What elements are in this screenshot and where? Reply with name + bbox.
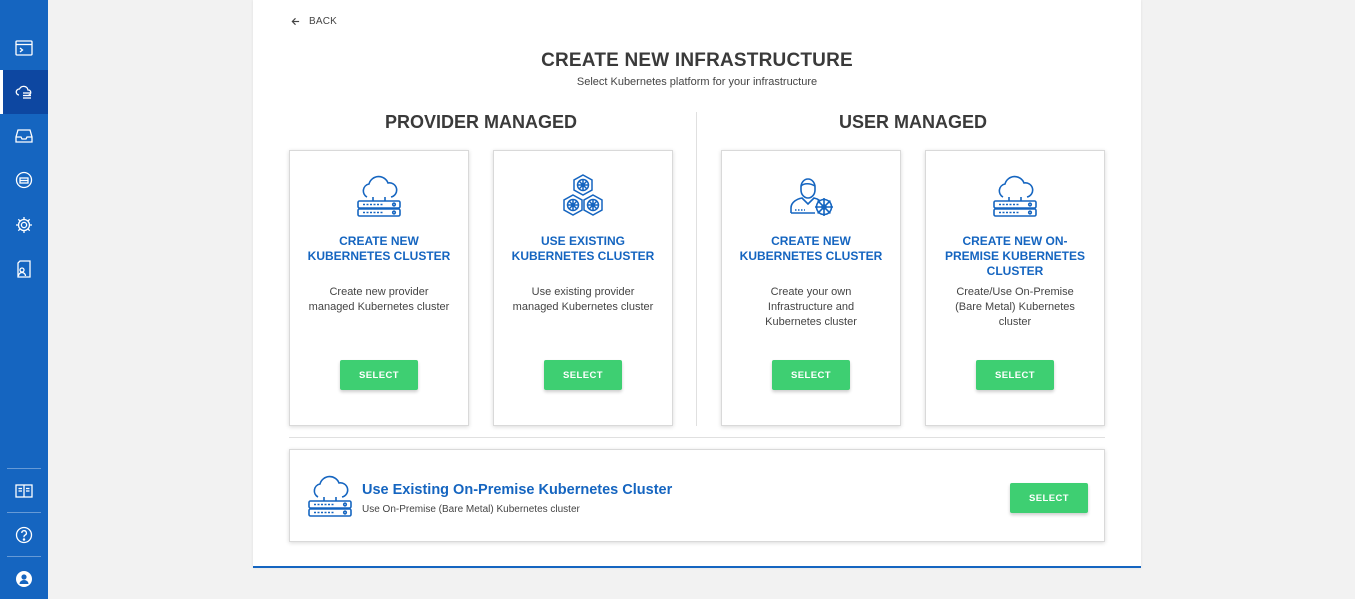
kubernetes-cluster-icon	[563, 174, 603, 216]
card-use-existing-onprem-cluster: Use Existing On-Premise Kubernetes Clust…	[289, 449, 1105, 542]
cloud-server-icon	[993, 175, 1037, 217]
card-title: USE EXISTING KUBERNETES CLUSTER	[511, 234, 655, 263]
card-title: CREATE NEW KUBERNETES CLUSTER	[739, 234, 883, 263]
hub-icon	[15, 171, 33, 189]
cloud-list-icon	[15, 85, 32, 99]
sidebar-item-help[interactable]	[0, 513, 48, 557]
card-create-onprem-cluster: CREATE NEW ON- PREMISE KUBERNETES CLUSTE…	[925, 150, 1105, 426]
card-description: Use existing provider managed Kubernetes…	[512, 286, 654, 313]
cloud-server-icon	[308, 475, 352, 517]
select-button[interactable]: SELECT	[1010, 483, 1088, 513]
card-use-existing-provider-cluster: USE EXISTING KUBERNETES CLUSTER Use exis…	[493, 150, 673, 426]
select-button[interactable]: SELECT	[772, 360, 850, 390]
content-divider	[289, 437, 1105, 438]
sidebar-item-infrastructure[interactable]	[0, 70, 48, 114]
card-description: Use On-Premise (Bare Metal) Kubernetes c…	[362, 504, 580, 515]
user-icon	[16, 571, 32, 587]
card-create-user-cluster: CREATE NEW KUBERNETES CLUSTER Create you…	[721, 150, 901, 426]
user-managed-heading: USER MANAGED	[838, 112, 987, 132]
sidebar-item-docs[interactable]	[0, 469, 48, 513]
help-icon	[15, 526, 33, 544]
book-icon	[15, 484, 33, 498]
sidebar-item-inbox[interactable]	[0, 114, 48, 158]
card-title: Use Existing On-Premise Kubernetes Clust…	[362, 482, 673, 498]
document-person-icon	[17, 260, 31, 278]
section-divider	[696, 112, 697, 426]
card-title: CREATE NEW KUBERNETES CLUSTER	[307, 234, 451, 263]
inbox-icon	[15, 129, 33, 143]
sidebar-item-terminal[interactable]	[0, 26, 48, 70]
select-button[interactable]: SELECT	[976, 360, 1054, 390]
sidebar-item-user[interactable]	[0, 557, 48, 599]
card-title: CREATE NEW ON- PREMISE KUBERNETES CLUSTE…	[944, 234, 1086, 278]
sidebar-item-documents[interactable]	[0, 247, 48, 291]
select-button[interactable]: SELECT	[340, 360, 418, 390]
back-button[interactable]: BACK	[291, 16, 337, 27]
gear-icon	[16, 217, 32, 233]
provider-managed-heading: PROVIDER MANAGED	[384, 112, 577, 132]
user-kubernetes-icon	[790, 178, 833, 216]
card-description: Create/Use On-Premise (Bare Metal) Kuber…	[955, 286, 1075, 328]
page-title: CREATE NEW INFRASTRUCTURE	[541, 50, 853, 71]
sidebar	[0, 0, 48, 599]
sidebar-item-hub[interactable]	[0, 158, 48, 202]
select-button[interactable]: SELECT	[544, 360, 622, 390]
terminal-folder-icon	[15, 40, 33, 56]
page-subtitle: Select Kubernetes platform for your infr…	[576, 76, 818, 88]
create-infrastructure-panel: BACK CREATE NEW INFRASTRUCTURE Select Ku…	[253, 0, 1141, 568]
card-create-provider-cluster: CREATE NEW KUBERNETES CLUSTER Create new…	[289, 150, 469, 426]
sidebar-item-settings[interactable]	[0, 203, 48, 247]
arrow-left-icon	[291, 17, 300, 26]
cloud-server-icon	[357, 175, 401, 217]
card-description: Create your own Infrastructure and Kuber…	[765, 286, 857, 328]
card-description: Create new provider managed Kubernetes c…	[308, 286, 450, 313]
back-label: BACK	[309, 16, 338, 27]
